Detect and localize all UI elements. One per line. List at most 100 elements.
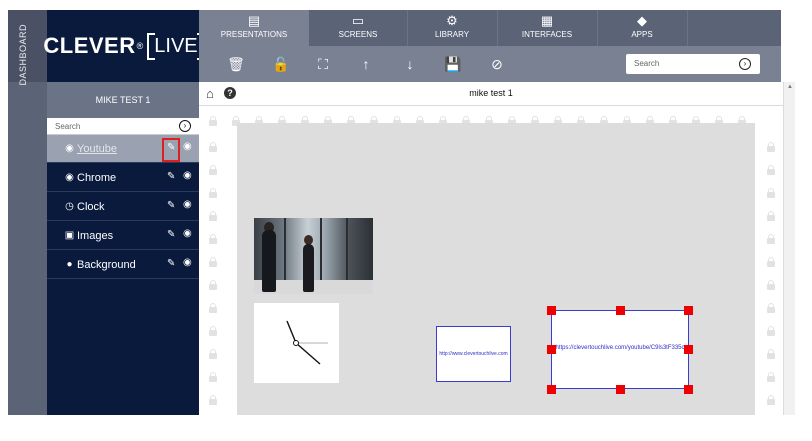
edit-icon[interactable]: ✎ <box>167 229 175 240</box>
grid-lock-icon <box>209 234 217 244</box>
resize-handle[interactable] <box>684 306 693 315</box>
grid-lock-icon <box>209 165 217 175</box>
grid-lock-icon <box>767 372 775 382</box>
tab-label: SCREENS <box>338 30 378 39</box>
grid-lock-icon <box>209 257 217 267</box>
unlock-icon[interactable]: 🔓 <box>272 55 290 73</box>
vertical-scrollbar[interactable]: ▲ <box>783 82 795 415</box>
sidebar-item-label[interactable]: Youtube <box>77 143 117 155</box>
sidebar-item-label[interactable]: Clock <box>77 201 105 213</box>
logo-brand: CLEVER <box>43 33 136 58</box>
clock-icon: ◷ <box>65 201 74 212</box>
grid-lock-icon <box>209 349 217 359</box>
sidebar-search-placeholder[interactable]: Search <box>55 122 80 131</box>
disable-icon[interactable]: ⊘ <box>488 55 506 73</box>
resize-handle[interactable] <box>684 345 693 354</box>
interfaces-icon: ▦ <box>540 13 554 28</box>
grid-lock-icon <box>209 280 217 290</box>
clock-minute-hand <box>295 342 321 365</box>
grid-lock-icon <box>209 211 217 221</box>
grid-lock-icon <box>767 303 775 313</box>
grid-lock-icon <box>209 395 217 405</box>
grid-lock-icon <box>767 326 775 336</box>
toolbar-search-input[interactable]: Search › <box>626 54 760 74</box>
resize-handle[interactable] <box>684 385 693 394</box>
eye-icon[interactable]: ◉ <box>183 228 192 239</box>
grid-lock-icon <box>767 142 775 152</box>
clock-widget[interactable] <box>254 303 339 383</box>
dashboard-label[interactable]: DASHBOARD <box>18 24 28 86</box>
toolbar: 🗑 🔓 ⛶ ↑ ↓ 💾 ⊘ Search › <box>199 46 781 82</box>
sidebar-item-label[interactable]: Chrome <box>77 172 116 184</box>
edit-icon[interactable]: ✎ <box>167 258 175 269</box>
tab-library[interactable]: ⚙ LIBRARY <box>407 10 497 46</box>
edit-icon[interactable]: ✎ <box>167 171 175 182</box>
toolbar-search-go-icon[interactable]: › <box>739 58 751 70</box>
tab-divider <box>687 10 688 46</box>
delete-icon[interactable]: 🗑 <box>227 55 245 73</box>
grid-lock-icon <box>209 326 217 336</box>
background-icon: ● <box>66 259 73 270</box>
sidebar-item-background[interactable]: ● Background ✎ ◉ <box>47 251 199 279</box>
edit-highlight-box <box>162 138 180 162</box>
sidebar: CLEVER ® LIVE MIKE TEST 1 Search › ◉ Yout… <box>43 10 206 415</box>
scroll-up-icon[interactable]: ▲ <box>787 84 793 90</box>
library-icon: ⚙ <box>446 13 458 28</box>
sidebar-item-chrome[interactable]: ◉ Chrome ✎ ◉ <box>47 164 199 192</box>
logo-registered: ® <box>136 41 144 51</box>
grid-lock-icon <box>209 303 217 313</box>
grid-lock-icon <box>767 211 775 221</box>
sidebar-search[interactable]: Search › <box>47 118 199 135</box>
resize-handle[interactable] <box>616 385 625 394</box>
eye-icon[interactable]: ◉ <box>183 170 192 181</box>
resize-handle[interactable] <box>616 306 625 315</box>
move-up-icon[interactable]: ↑ <box>357 55 375 73</box>
youtube-icon: ◉ <box>65 143 74 154</box>
move-down-icon[interactable]: ↓ <box>401 55 419 73</box>
sidebar-item-label[interactable]: Background <box>77 259 136 271</box>
tab-presentations[interactable]: ▤ PRESENTATIONS <box>199 10 309 46</box>
canvas-header: ⌂ ? mike test 1 <box>199 82 783 106</box>
sidebar-item-label[interactable]: Images <box>77 230 113 242</box>
sidebar-item-images[interactable]: ▣ Images ✎ ◉ <box>47 222 199 250</box>
tab-apps[interactable]: ◆ APPS <box>597 10 687 46</box>
eye-icon[interactable]: ◉ <box>183 141 192 152</box>
canvas-title: mike test 1 <box>469 88 513 98</box>
dashboard-strip[interactable]: DASHBOARD <box>8 10 47 415</box>
web-widget-small[interactable]: http://www.clevertouchlive.com <box>436 326 511 382</box>
grid-lock-icon <box>767 349 775 359</box>
clever-live-logo: CLEVER ® LIVE <box>43 10 206 82</box>
edit-icon[interactable]: ✎ <box>167 200 175 211</box>
grid-lock-icon <box>767 234 775 244</box>
grid-lock-icon <box>767 165 775 175</box>
screens-icon: ▭ <box>351 13 365 28</box>
images-icon: ▣ <box>64 230 75 241</box>
sidebar-item-clock[interactable]: ◷ Clock ✎ ◉ <box>47 193 199 221</box>
clock-hour-hand <box>286 320 297 344</box>
youtube-widget-url: https://clevertouchlive.com/youtube/C9ls… <box>555 345 685 351</box>
grid-lock-icon <box>767 395 775 405</box>
grid-lock-icon <box>767 257 775 267</box>
tab-interfaces[interactable]: ▦ INTERFACES <box>497 10 597 46</box>
clock-face <box>286 320 328 365</box>
grid-lock-icon <box>767 280 775 290</box>
grid-lock-icon <box>209 142 217 152</box>
save-icon[interactable]: 💾 <box>444 55 462 73</box>
eye-icon[interactable]: ◉ <box>183 199 192 210</box>
eye-icon[interactable]: ◉ <box>183 257 192 268</box>
photo-person <box>262 230 276 292</box>
logo-live: LIVE <box>147 32 206 60</box>
toolbar-search-placeholder[interactable]: Search <box>634 59 659 68</box>
sidebar-search-go-icon[interactable]: › <box>179 120 191 132</box>
tab-screens[interactable]: ▭ SCREENS <box>309 10 407 46</box>
image-widget[interactable] <box>254 218 373 294</box>
resize-handle[interactable] <box>547 345 556 354</box>
tab-label: LIBRARY <box>434 30 470 39</box>
tab-label: INTERFACES <box>521 30 573 39</box>
resize-handle[interactable] <box>547 306 556 315</box>
presentations-icon: ▤ <box>247 13 261 28</box>
youtube-widget-selected[interactable]: https://clevertouchlive.com/youtube/C9ls… <box>551 310 689 389</box>
clock-center <box>293 340 299 346</box>
resize-handle[interactable] <box>547 385 556 394</box>
fullscreen-icon[interactable]: ⛶ <box>314 55 332 73</box>
